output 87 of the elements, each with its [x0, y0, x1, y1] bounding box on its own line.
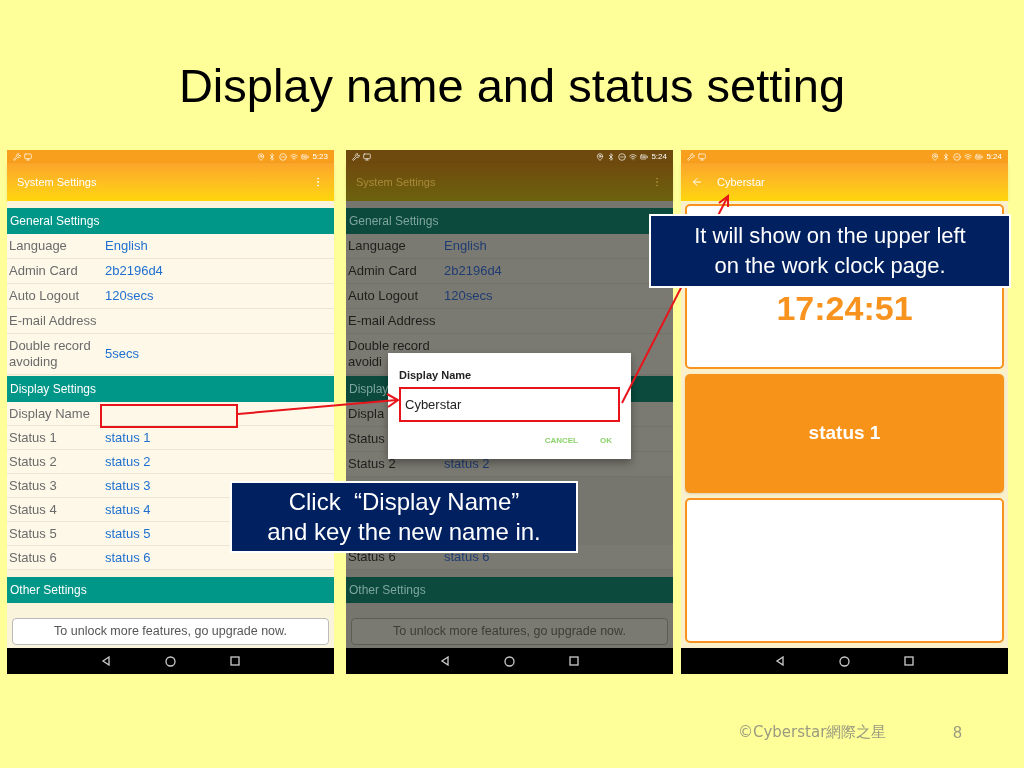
- status-time: 5:23: [312, 152, 328, 161]
- screen-icon: [363, 152, 371, 161]
- setting-label: Status 5: [9, 525, 57, 541]
- setting-label: Auto Logout: [348, 288, 419, 303]
- setting-label: Status 1: [9, 429, 57, 445]
- home-nav-icon[interactable]: [504, 655, 515, 667]
- do-not-disturb-icon: [279, 152, 288, 161]
- setting-label: Displa: [348, 406, 385, 421]
- setting-label: Status 2: [9, 453, 57, 469]
- do-not-disturb-icon: [953, 152, 962, 161]
- setting-value: status 4: [105, 500, 151, 519]
- home-nav-icon[interactable]: [165, 655, 176, 667]
- section-header: General Settings: [7, 208, 334, 234]
- setting-value: 5secs: [105, 345, 139, 364]
- setting-value: status 2: [105, 452, 151, 471]
- wrench-icon: [687, 152, 695, 161]
- setting-value: status 2: [444, 455, 490, 474]
- wifi-icon: [964, 152, 973, 161]
- section-header: Other Settings: [346, 577, 673, 603]
- callout-text: It will show on the upper left on the work clock page.: [694, 222, 966, 280]
- battery-icon: [640, 152, 649, 161]
- setting-label: Auto Logout: [9, 288, 80, 303]
- do-not-disturb-icon: [618, 152, 627, 161]
- setting-label: Status: [348, 431, 385, 446]
- section-header: Display Settings: [7, 376, 334, 402]
- setting-label: Admin Card: [9, 263, 78, 278]
- wrench-icon: [13, 152, 21, 161]
- wrench-icon: [352, 152, 360, 161]
- app-bar-title: System Settings: [356, 174, 437, 190]
- screen-icon: [698, 152, 706, 161]
- copyright-footer: ©Cyberstar網際之星: [738, 721, 887, 745]
- setting-label: Status 4: [9, 501, 57, 517]
- setting-label: Language: [348, 238, 406, 253]
- dialog-button[interactable]: OK: [600, 434, 612, 447]
- location-icon: [931, 152, 940, 161]
- setting-label: Language: [9, 238, 67, 253]
- section-header: General Settings: [346, 208, 673, 234]
- setting-value: 2b2196d4: [444, 262, 502, 281]
- upgrade-button[interactable]: To unlock more features, go upgrade now.: [12, 618, 329, 645]
- bluetooth-icon: [268, 152, 277, 161]
- back-nav-icon[interactable]: [101, 656, 111, 666]
- dialog-button[interactable]: CANCEL: [544, 434, 578, 447]
- back-nav-icon[interactable]: [775, 656, 785, 666]
- back-nav-icon[interactable]: [440, 656, 450, 666]
- setting-value: status 6: [105, 548, 151, 567]
- setting-label: Admin Card: [348, 263, 417, 278]
- setting-value: 120secs: [444, 287, 493, 306]
- callout-text: Click “Display Name” and key the new name in.: [267, 487, 541, 547]
- setting-value: status 3: [105, 476, 151, 495]
- recents-nav-icon[interactable]: [230, 656, 240, 666]
- setting-label: Status 3: [9, 477, 57, 493]
- name-input-field[interactable]: Cyberstar: [399, 386, 620, 422]
- setting-value: English: [105, 237, 148, 256]
- bluetooth-icon: [942, 152, 951, 161]
- location-icon: [596, 152, 605, 161]
- battery-icon: [975, 152, 984, 161]
- setting-value: status 1: [105, 428, 151, 447]
- location-icon: [257, 152, 266, 161]
- status-time: 5:24: [986, 152, 1002, 161]
- status-button[interactable]: status 1: [685, 374, 1004, 493]
- battery-icon: [301, 152, 310, 161]
- status-time: 5:24: [651, 152, 667, 161]
- setting-label: Display Name: [9, 405, 90, 421]
- clock-time: 17:24:51: [776, 291, 913, 329]
- setting-value: English: [444, 237, 487, 256]
- home-nav-icon[interactable]: [839, 655, 850, 667]
- slide-title: Display name and status setting: [178, 58, 846, 114]
- setting-value: 2b2196d4: [105, 262, 163, 281]
- setting-label: Status 2: [348, 456, 396, 471]
- setting-value: 120secs: [105, 287, 154, 306]
- setting-label: E-mail Address: [348, 313, 436, 328]
- setting-label: Double record avoidi: [348, 338, 430, 369]
- wifi-icon: [290, 152, 299, 161]
- setting-label: Status 6: [9, 549, 57, 565]
- section-header: Other Settings: [7, 577, 334, 603]
- recents-nav-icon[interactable]: [904, 656, 914, 666]
- app-bar-title: System Settings: [17, 174, 98, 190]
- page-number: 8: [953, 723, 962, 743]
- recents-nav-icon[interactable]: [569, 656, 579, 666]
- setting-label: Double record avoiding: [9, 338, 91, 369]
- app-bar-title: Cyberstar: [717, 174, 766, 190]
- setting-value: status 5: [105, 524, 151, 543]
- setting-label: E-mail Address: [9, 313, 97, 328]
- screen-icon: [24, 152, 32, 161]
- bluetooth-icon: [607, 152, 616, 161]
- upgrade-button[interactable]: To unlock more features, go upgrade now.: [351, 618, 668, 645]
- wifi-icon: [629, 152, 638, 161]
